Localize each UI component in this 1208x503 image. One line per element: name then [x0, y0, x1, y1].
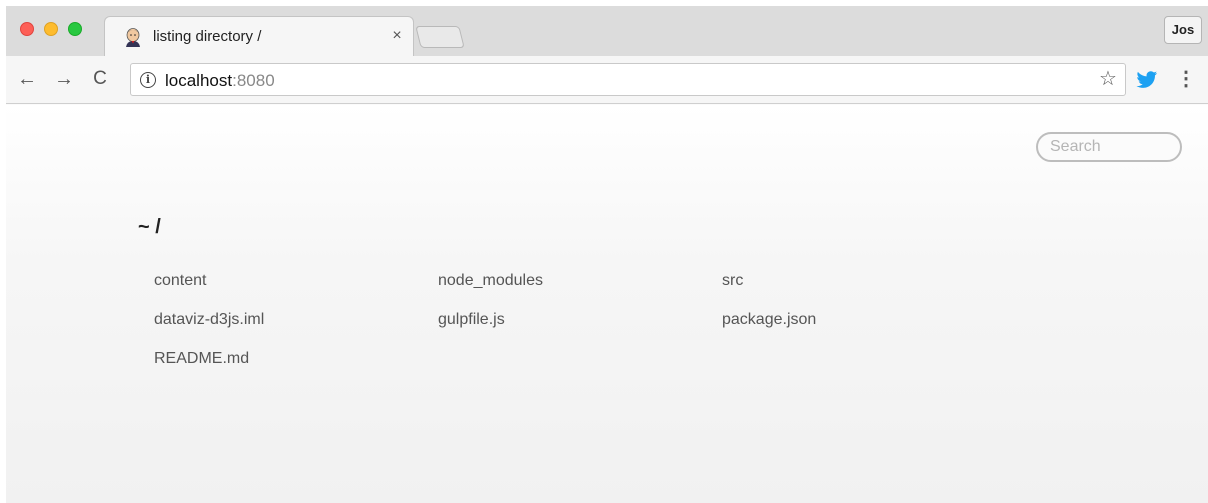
file-list: content node_modules src dataviz-d3js.im… [154, 271, 1014, 369]
address-url: localhost:8080 [165, 71, 275, 91]
file-link-dataviz-iml[interactable]: dataviz-d3js.iml [154, 310, 438, 330]
close-tab-icon[interactable]: × [389, 27, 405, 45]
url-port: :8080 [232, 71, 275, 90]
site-info-icon[interactable]: i [140, 72, 156, 88]
url-host: localhost [165, 71, 233, 90]
address-bar[interactable]: i localhost:8080 ☆ [130, 63, 1126, 96]
twitter-extension-icon[interactable] [1136, 70, 1158, 90]
close-window-button[interactable] [20, 22, 34, 36]
browser-menu-icon[interactable]: ⋮ [1176, 68, 1196, 92]
tab-title: listing directory / [153, 28, 262, 45]
search-input[interactable] [1036, 132, 1182, 162]
back-arrow-icon[interactable]: ← [16, 68, 38, 90]
browser-window: listing directory / × Jos ← → C i localh… [6, 6, 1208, 503]
file-link-readme[interactable]: README.md [154, 349, 438, 369]
jenkins-butler-icon [126, 28, 140, 47]
file-link-content[interactable]: content [154, 271, 438, 291]
file-link-gulpfile[interactable]: gulpfile.js [438, 310, 722, 330]
file-link-package-json[interactable]: package.json [722, 310, 1006, 330]
page-title: ~ / [138, 216, 161, 238]
directory-listing-page: ~ / content node_modules src dataviz-d3j… [6, 105, 1208, 503]
tab-listing-directory[interactable]: listing directory / × [104, 16, 414, 56]
minimize-window-button[interactable] [44, 22, 58, 36]
reload-icon[interactable]: C [89, 68, 111, 90]
maximize-window-button[interactable] [68, 22, 82, 36]
tab-strip: listing directory / × Jos [6, 6, 1208, 56]
file-link-node-modules[interactable]: node_modules [438, 271, 722, 291]
forward-arrow-icon[interactable]: → [53, 68, 75, 90]
new-tab-button[interactable] [415, 26, 465, 48]
browser-toolbar: ← → C i localhost:8080 ☆ ⋮ [6, 56, 1208, 104]
profile-button[interactable]: Jos [1164, 16, 1202, 44]
bookmark-star-icon[interactable]: ☆ [1097, 68, 1119, 90]
file-link-src[interactable]: src [722, 271, 1006, 291]
